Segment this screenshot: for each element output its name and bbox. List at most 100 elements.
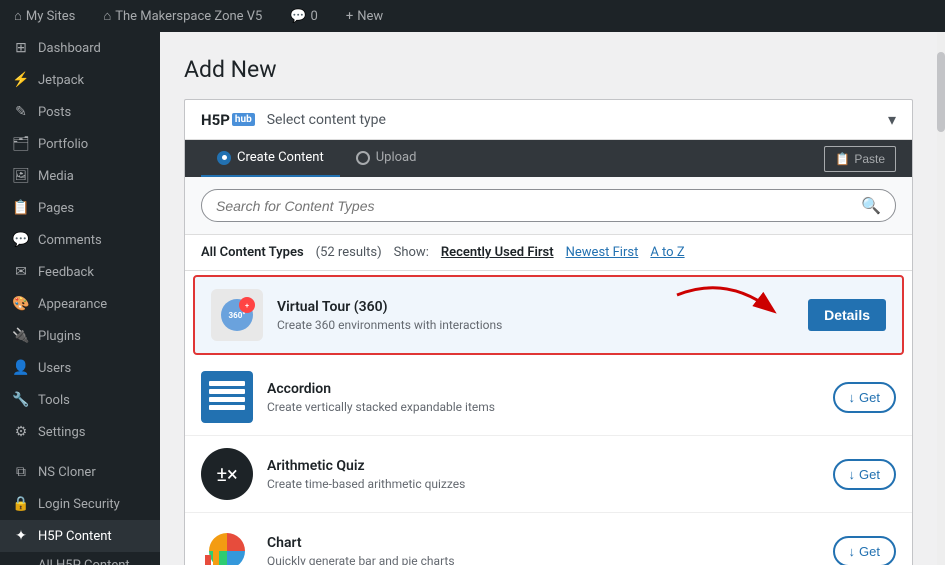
dashboard-icon: ⊞ <box>12 40 30 56</box>
chevron-down-icon[interactable]: ▾ <box>888 110 896 129</box>
content-item-chart: Chart Quickly generate bar and pie chart… <box>185 513 912 565</box>
home-icon: ⌂ <box>103 8 111 24</box>
comment-icon: 💬 <box>290 9 306 24</box>
sidebar: ⊞ Dashboard ⚡ Jetpack ✎ Posts 🗂 Portfoli… <box>0 32 160 565</box>
pages-icon: 📋 <box>12 200 30 216</box>
sidebar-item-posts[interactable]: ✎ Posts <box>0 96 160 128</box>
tab-create-content[interactable]: Create Content <box>201 140 340 177</box>
paste-icon: 📋 <box>835 152 850 166</box>
login-security-icon: 🔒 <box>12 496 30 512</box>
accordion-icon <box>201 371 253 423</box>
feedback-icon: ✉ <box>12 264 30 280</box>
download-icon: ↓ <box>849 390 856 405</box>
search-icon: 🔍 <box>861 196 881 215</box>
h5p-box: H5Phub Select content type ▾ Create Cont… <box>184 99 913 565</box>
accordion-action: ↓ Get <box>833 382 896 413</box>
admin-bar-comments[interactable]: 💬 0 <box>284 9 324 24</box>
accordion-get-button[interactable]: ↓ Get <box>833 382 896 413</box>
settings-icon: ⚙ <box>12 424 30 440</box>
chart-info: Chart Quickly generate bar and pie chart… <box>267 535 819 565</box>
search-bar: 🔍 <box>201 189 896 222</box>
arithmetic-info: Arithmetic Quiz Create time-based arithm… <box>267 458 819 491</box>
sidebar-item-appearance[interactable]: 🎨 Appearance <box>0 288 160 320</box>
sidebar-item-comments[interactable]: 💬 Comments <box>0 224 160 256</box>
virtual-tour-icon: 360° + <box>211 289 263 341</box>
chart-desc: Quickly generate bar and pie charts <box>267 554 819 565</box>
admin-bar-site-name[interactable]: ⌂ The Makerspace Zone V5 <box>97 8 268 24</box>
plus-icon: + <box>346 9 353 24</box>
sidebar-item-pages[interactable]: 📋 Pages <box>0 192 160 224</box>
filter-recently-used[interactable]: Recently Used First <box>441 245 554 260</box>
content-list: 360° + Virtual Tour (360) Create 360 env… <box>185 275 912 565</box>
sidebar-item-ns-cloner[interactable]: ⧉ NS Cloner <box>0 456 160 488</box>
upload-radio <box>356 151 370 165</box>
tab-bar: Create Content Upload 📋 Paste <box>185 140 912 177</box>
jetpack-icon: ⚡ <box>12 72 30 88</box>
svg-text:+: + <box>245 302 249 310</box>
admin-bar-my-sites[interactable]: ⌂ My Sites <box>8 8 81 24</box>
show-label: Show: <box>394 245 429 260</box>
h5p-icon: ✦ <box>12 528 30 544</box>
sidebar-item-feedback[interactable]: ✉ Feedback <box>0 256 160 288</box>
content-item-accordion: Accordion Create vertically stacked expa… <box>185 359 912 436</box>
admin-bar: ⌂ My Sites ⌂ The Makerspace Zone V5 💬 0 … <box>0 0 945 32</box>
scroll-thumb[interactable] <box>937 52 945 132</box>
sidebar-item-dashboard[interactable]: ⊞ Dashboard <box>0 32 160 64</box>
virtual-tour-info: Virtual Tour (360) Create 360 environmen… <box>277 299 794 332</box>
filter-bar: All Content Types (52 results) Show: Rec… <box>185 235 912 271</box>
details-button[interactable]: Details <box>808 299 886 331</box>
accordion-desc: Create vertically stacked expandable ite… <box>267 400 819 414</box>
chart-action: ↓ Get <box>833 536 896 565</box>
accordion-title: Accordion <box>267 381 819 397</box>
appearance-icon: 🎨 <box>12 296 30 312</box>
chart-title: Chart <box>267 535 819 551</box>
comments-icon: 💬 <box>12 232 30 248</box>
h5p-select-label[interactable]: Select content type <box>267 112 888 128</box>
filter-a-to-z[interactable]: A to Z <box>650 245 684 260</box>
arithmetic-get-button[interactable]: ↓ Get <box>833 459 896 490</box>
accordion-info: Accordion Create vertically stacked expa… <box>267 381 819 414</box>
search-bar-wrap: 🔍 <box>185 177 912 235</box>
content-item-virtual-tour: 360° + Virtual Tour (360) Create 360 env… <box>193 275 904 355</box>
media-icon: 🖼 <box>12 168 30 184</box>
tools-icon: 🔧 <box>12 392 30 408</box>
arithmetic-desc: Create time-based arithmetic quizzes <box>267 477 819 491</box>
posts-icon: ✎ <box>12 104 30 120</box>
download-icon-3: ↓ <box>849 544 856 559</box>
admin-bar-new[interactable]: + New <box>340 9 389 24</box>
filter-count: (52 results) <box>316 245 382 260</box>
sidebar-item-jetpack[interactable]: ⚡ Jetpack <box>0 64 160 96</box>
search-input[interactable] <box>216 198 853 214</box>
filter-label: All Content Types <box>201 245 304 260</box>
sidebar-sub-all-h5p[interactable]: All H5P Content <box>0 552 160 565</box>
main-layout: ⊞ Dashboard ⚡ Jetpack ✎ Posts 🗂 Portfoli… <box>0 32 945 565</box>
virtual-tour-desc: Create 360 environments with interaction… <box>277 318 794 332</box>
h5p-logo: H5Phub <box>201 111 255 129</box>
content-area: Add New H5Phub Select content type ▾ Cre… <box>160 32 937 565</box>
users-icon: 👤 <box>12 360 30 376</box>
ns-cloner-icon: ⧉ <box>12 464 30 480</box>
virtual-tour-action: Details <box>808 299 886 331</box>
scrollbar[interactable] <box>937 32 945 565</box>
filter-newest-first[interactable]: Newest First <box>566 245 639 260</box>
sidebar-item-h5p[interactable]: ✦ H5P Content <box>0 520 160 552</box>
portfolio-icon: 🗂 <box>12 136 30 152</box>
create-radio <box>217 151 231 165</box>
chart-get-button[interactable]: ↓ Get <box>833 536 896 565</box>
arithmetic-title: Arithmetic Quiz <box>267 458 819 474</box>
sidebar-item-plugins[interactable]: 🔌 Plugins <box>0 320 160 352</box>
content-item-arithmetic: ±× Arithmetic Quiz Create time-based ari… <box>185 436 912 513</box>
sidebar-item-settings[interactable]: ⚙ Settings <box>0 416 160 448</box>
svg-text:360°: 360° <box>229 311 246 320</box>
sidebar-item-users[interactable]: 👤 Users <box>0 352 160 384</box>
tab-upload[interactable]: Upload <box>340 140 433 177</box>
sidebar-item-portfolio[interactable]: 🗂 Portfolio <box>0 128 160 160</box>
sidebar-item-tools[interactable]: 🔧 Tools <box>0 384 160 416</box>
sidebar-item-media[interactable]: 🖼 Media <box>0 160 160 192</box>
download-icon-2: ↓ <box>849 467 856 482</box>
h5p-header: H5Phub Select content type ▾ <box>185 100 912 140</box>
plugins-icon: 🔌 <box>12 328 30 344</box>
chart-icon <box>201 525 253 565</box>
sidebar-item-login-security[interactable]: 🔒 Login Security <box>0 488 160 520</box>
paste-button[interactable]: 📋 Paste <box>824 146 896 172</box>
